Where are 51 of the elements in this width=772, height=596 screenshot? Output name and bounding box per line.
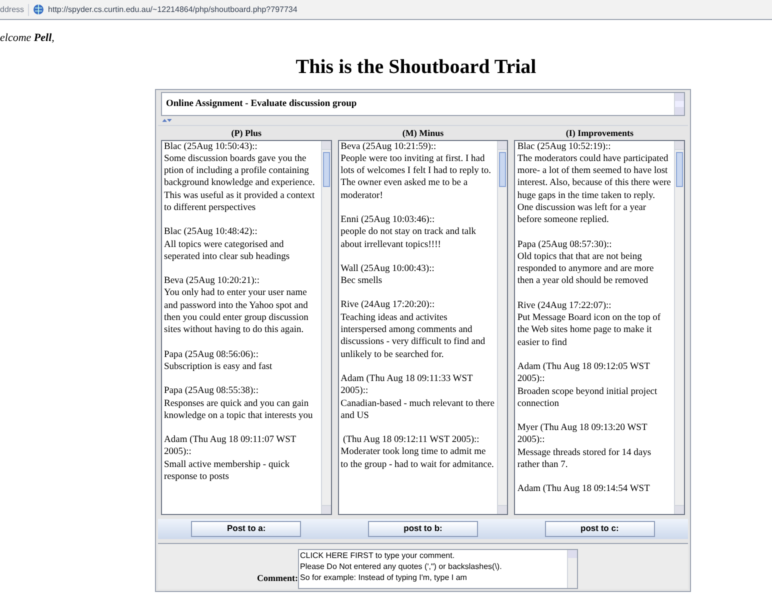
comment-text: CLICK HERE FIRST to type your comment.	[300, 550, 456, 560]
post-author: Rive (24Aug 17:22:07)::	[517, 300, 612, 312]
topic-text: Online Assignment - Evaluate discussion group	[165, 98, 358, 110]
post-author: Enni (25Aug 10:03:46)::	[340, 214, 436, 226]
post-author: Adam (Thu Aug 18 09:14:54 WST	[517, 483, 651, 496]
comment-text: So for example: Instead of typing I'm, type I am	[300, 572, 468, 582]
post-author: (Thu Aug 18 09:12:11 WST 2005)::	[342, 434, 480, 446]
post-author: Adam (Thu Aug 18 09:11:33 WST 2005)::	[340, 372, 474, 398]
post-button[interactable]: Post to a:	[191, 520, 302, 536]
post-author: Myer (Thu Aug 18 09:13:20 WST 2005)::	[517, 422, 648, 447]
column-heading: (I) Improvements	[564, 126, 634, 140]
post-author: Rive (24Aug 17:20:20)::	[340, 299, 436, 312]
post-author: Adam (Thu Aug 18 09:11:07 WST 2005)::	[164, 434, 298, 459]
post-button[interactable]: post to c:	[544, 520, 655, 536]
post-author: Papa (25Aug 08:56:06)::	[164, 348, 260, 361]
comment-field[interactable]: CLICK HERE FIRST to type your comment. Please Do Not entered any quotes (',") or backslashes(\). So for example: Instead of typing I'm, type I am	[298, 548, 578, 588]
post-text: people do not stay on track and talk about irrellevant topics!!!!	[340, 226, 477, 251]
post-text: Canadian-based - much relevant to there and US	[340, 398, 496, 422]
post-author: Blac (25Aug 10:52:19)::	[517, 140, 612, 153]
post-button[interactable]: post to b:	[368, 520, 478, 536]
post-author: Beva (25Aug 10:21:59)::	[340, 140, 438, 153]
post-text: Broaden scope beyond initial project connection	[517, 386, 658, 410]
post-text: Subscription is easy and fast	[164, 360, 274, 374]
post-author: Wall (25Aug 10:00:43)::	[340, 262, 436, 276]
comment-text: Please Do Not entered any quotes (',") or backslashes(\).	[300, 560, 503, 572]
column-heading: (P) Plus	[230, 126, 262, 140]
post-text: People were too inviting at first. I had lots of welcomes I felt I had to reply to. The owner even asked me to be a moderator!	[340, 152, 492, 202]
address-label: ddress	[0, 4, 30, 16]
comment-label: Comment:	[257, 572, 298, 585]
post-author: Papa (25Aug 08:55:38)::	[164, 385, 260, 398]
post-author: Beva (25Aug 10:20:21)::	[164, 275, 261, 288]
post-text: Old topics that that are not being responded to anymore and are more then a year old should be removed	[517, 250, 655, 288]
post-author: Blac (25Aug 10:50:43)::	[164, 140, 258, 153]
post-text: Teaching ideas and activites interspersed among comments and discussions - very difficult to find and unlikely to be searched for.	[340, 312, 486, 361]
post-text: Message threads stored for 14 days rather than 7.	[517, 446, 652, 472]
post-author: Papa (25Aug 08:57:30)::	[517, 238, 613, 251]
post-text: Some discussion boards gave you the ption of including a profile containing background knowledge and experience. This was useful as it provided a context to different perspectives	[164, 152, 316, 214]
post-author: Adam (Thu Aug 18 09:12:05 WST 2005)::	[517, 360, 651, 386]
post-text: Put Message Board icon on the top of the Web sites home page to make it easier to find	[517, 312, 662, 349]
welcome-text: elcome Pell,	[0, 31, 56, 46]
post-text: Bec smells	[340, 275, 384, 288]
address-field[interactable]: http://spyder.cs.curtin.edu.au/~12214864/php/shoutboard.php?797734	[48, 4, 298, 16]
post-text: Responses are quick and you can gain knowledge on a topic that interests you	[164, 398, 314, 422]
post-text: Small active membership - quick response to posts	[164, 458, 291, 484]
post-text: Moderater took long time to admit me to the group - had to wait for admitance.	[340, 446, 495, 472]
post-text: All topics were categorised and seperated into clear sub headings	[164, 238, 291, 264]
column-heading: (M) Minus	[401, 126, 445, 140]
post-text: The moderators could have participated more- a lot of them seemed to have lost interest. Also, because of this there were huge gaps in the time taken to reply. One discussion was left for a year before someone replied.	[517, 152, 672, 227]
post-text: You only had to enter your user name and password into the Yahoo spot and then you could enter group discussion sites without having to do this again.	[164, 287, 310, 337]
page-title: This is the Shoutboard Trial	[294, 54, 538, 78]
post-author: Blac (25Aug 10:48:42)::	[164, 226, 258, 239]
